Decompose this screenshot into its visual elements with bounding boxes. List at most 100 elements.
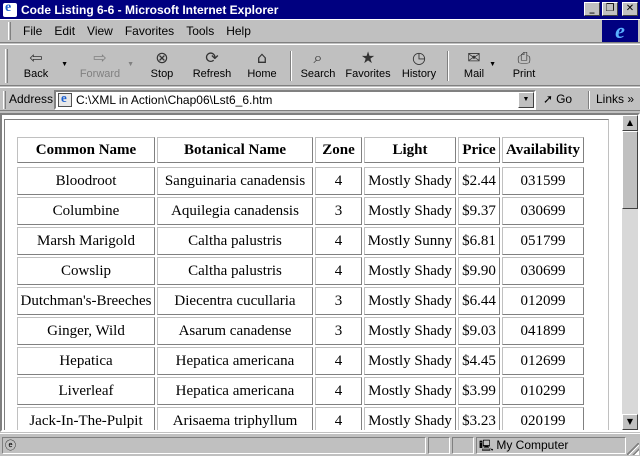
address-dropdown-button[interactable]: ▼ — [518, 92, 534, 108]
cell-light: Mostly Shady — [364, 347, 456, 375]
history-icon: ◷ — [412, 48, 426, 67]
computer-icon: 🖳 — [479, 439, 494, 452]
cell-common-name: Ginger, Wild — [17, 317, 155, 345]
table-row: Bloodroot Sanguinaria canadensis 4 Mostl… — [17, 167, 584, 195]
cell-availability: 020199 — [502, 407, 584, 430]
ie-logo-icon: e — [615, 18, 625, 43]
toolbar-separator — [447, 51, 449, 81]
forward-button-label: Forward — [79, 68, 121, 80]
cell-common-name: Liverleaf — [17, 377, 155, 405]
cell-zone: 4 — [315, 377, 362, 405]
status-bar: ⓔ 🖳 My Computer — [0, 433, 640, 456]
cell-zone: 4 — [315, 257, 362, 285]
cell-availability: 030699 — [502, 197, 584, 225]
menu-help[interactable]: Help — [220, 24, 257, 38]
back-dropdown-icon[interactable]: ▼ — [61, 61, 68, 68]
table-row: Marsh Marigold Caltha palustris 4 Mostly… — [17, 227, 584, 255]
back-arrow-icon: ⇦ — [29, 48, 43, 67]
cell-availability: 012699 — [502, 347, 584, 375]
column-header-price: Price — [458, 137, 500, 163]
cell-botanical-name: Diecentra cucullaria — [157, 287, 313, 315]
address-bar: Address C:\XML in Action\Chap06\Lst6_6.h… — [0, 87, 640, 111]
cell-price: $9.03 — [458, 317, 500, 345]
scroll-down-icon[interactable]: ▼ — [622, 414, 638, 430]
favorites-icon: ★ — [360, 48, 376, 67]
zone-label: My Computer — [496, 438, 569, 452]
cell-botanical-name: Asarum canadense — [157, 317, 313, 345]
cell-price: $3.23 — [458, 407, 500, 430]
resize-grip[interactable] — [627, 443, 639, 455]
stop-icon: ⊗ — [155, 48, 169, 67]
table-header-row: Common Name Botanical Name Zone Light Pr… — [17, 137, 584, 163]
table-row: Hepatica Hepatica americana 4 Mostly Sha… — [17, 347, 584, 375]
cell-light: Mostly Shady — [364, 317, 456, 345]
menu-bar-grip[interactable] — [8, 22, 11, 40]
minimize-button[interactable]: _ — [584, 2, 600, 16]
menu-tools[interactable]: Tools — [180, 24, 220, 38]
favorites-button-label: Favorites — [345, 68, 391, 80]
column-header-zone: Zone — [315, 137, 362, 163]
address-url[interactable]: C:\XML in Action\Chap06\Lst6_6.htm — [76, 93, 272, 107]
address-bar-grip[interactable] — [3, 91, 6, 109]
forward-dropdown-icon[interactable]: ▼ — [127, 61, 134, 68]
address-input[interactable]: C:\XML in Action\Chap06\Lst6_6.htm ▼ — [54, 90, 536, 110]
cell-availability: 012099 — [502, 287, 584, 315]
menu-file[interactable]: File — [17, 24, 48, 38]
cell-common-name: Jack-In-The-Pulpit — [17, 407, 155, 430]
print-button[interactable]: ⎙ Print — [506, 47, 542, 85]
menu-bar: File Edit View Favorites Tools Help — [0, 19, 640, 43]
links-separator — [588, 91, 590, 109]
cell-zone: 4 — [315, 227, 362, 255]
cell-price: $9.90 — [458, 257, 500, 285]
toolbar-separator — [290, 51, 292, 81]
cell-availability: 030699 — [502, 257, 584, 285]
print-button-label: Print — [512, 68, 536, 80]
back-button[interactable]: ⇦ Back ▼ — [14, 47, 68, 85]
status-security-pane — [452, 437, 474, 454]
mail-dropdown-icon[interactable]: ▼ — [489, 61, 496, 68]
go-button-label: Go — [556, 92, 573, 106]
favorites-button[interactable]: ★ Favorites — [344, 47, 392, 85]
cell-light: Mostly Shady — [364, 257, 456, 285]
mail-icon: ✉ — [467, 48, 481, 67]
scroll-up-icon[interactable]: ▲ — [622, 115, 638, 131]
cell-light: Mostly Shady — [364, 287, 456, 315]
menu-favorites[interactable]: Favorites — [119, 24, 180, 38]
menu-view[interactable]: View — [81, 24, 119, 38]
home-icon: ⌂ — [256, 48, 268, 67]
maximize-button[interactable]: ❐ — [602, 2, 618, 16]
cell-common-name: Hepatica — [17, 347, 155, 375]
back-button-label: Back — [23, 68, 49, 80]
forward-button[interactable]: ⇨ Forward ▼ — [76, 47, 134, 85]
cell-availability: 051799 — [502, 227, 584, 255]
cell-price: $4.45 — [458, 347, 500, 375]
history-button-label: History — [401, 68, 437, 80]
search-button-label: Search — [300, 68, 336, 80]
history-button[interactable]: ◷ History — [398, 47, 440, 85]
status-zone-pane: 🖳 My Computer — [476, 437, 626, 454]
cell-price: $2.44 — [458, 167, 500, 195]
cell-common-name: Cowslip — [17, 257, 155, 285]
refresh-button[interactable]: ⟳ Refresh — [189, 47, 235, 85]
cell-botanical-name: Caltha palustris — [157, 227, 313, 255]
mail-button[interactable]: ✉ Mail ▼ — [456, 47, 496, 85]
stop-button[interactable]: ⊗ Stop — [142, 47, 182, 85]
address-label: Address — [9, 92, 54, 106]
close-button[interactable]: ✕ — [622, 2, 638, 16]
column-header-botanical-name: Botanical Name — [157, 137, 313, 163]
cell-availability: 031599 — [502, 167, 584, 195]
ie-app-icon[interactable] — [3, 0, 17, 17]
links-button[interactable]: Links » — [596, 92, 634, 106]
vertical-scrollbar[interactable]: ▲ ▼ — [622, 115, 638, 430]
toolbar-grip[interactable] — [5, 49, 8, 83]
scroll-thumb[interactable] — [622, 131, 638, 209]
column-header-common-name: Common Name — [17, 137, 155, 163]
cell-botanical-name: Caltha palustris — [157, 257, 313, 285]
page-content: Common Name Botanical Name Zone Light Pr… — [2, 115, 622, 430]
plant-catalog-table: Common Name Botanical Name Zone Light Pr… — [15, 135, 586, 430]
search-button[interactable]: ⌕ Search — [297, 47, 339, 85]
home-button[interactable]: ⌂ Home — [242, 47, 282, 85]
menu-edit[interactable]: Edit — [48, 24, 81, 38]
cell-price: $6.81 — [458, 227, 500, 255]
go-button[interactable]: ➚ Go — [543, 92, 572, 106]
